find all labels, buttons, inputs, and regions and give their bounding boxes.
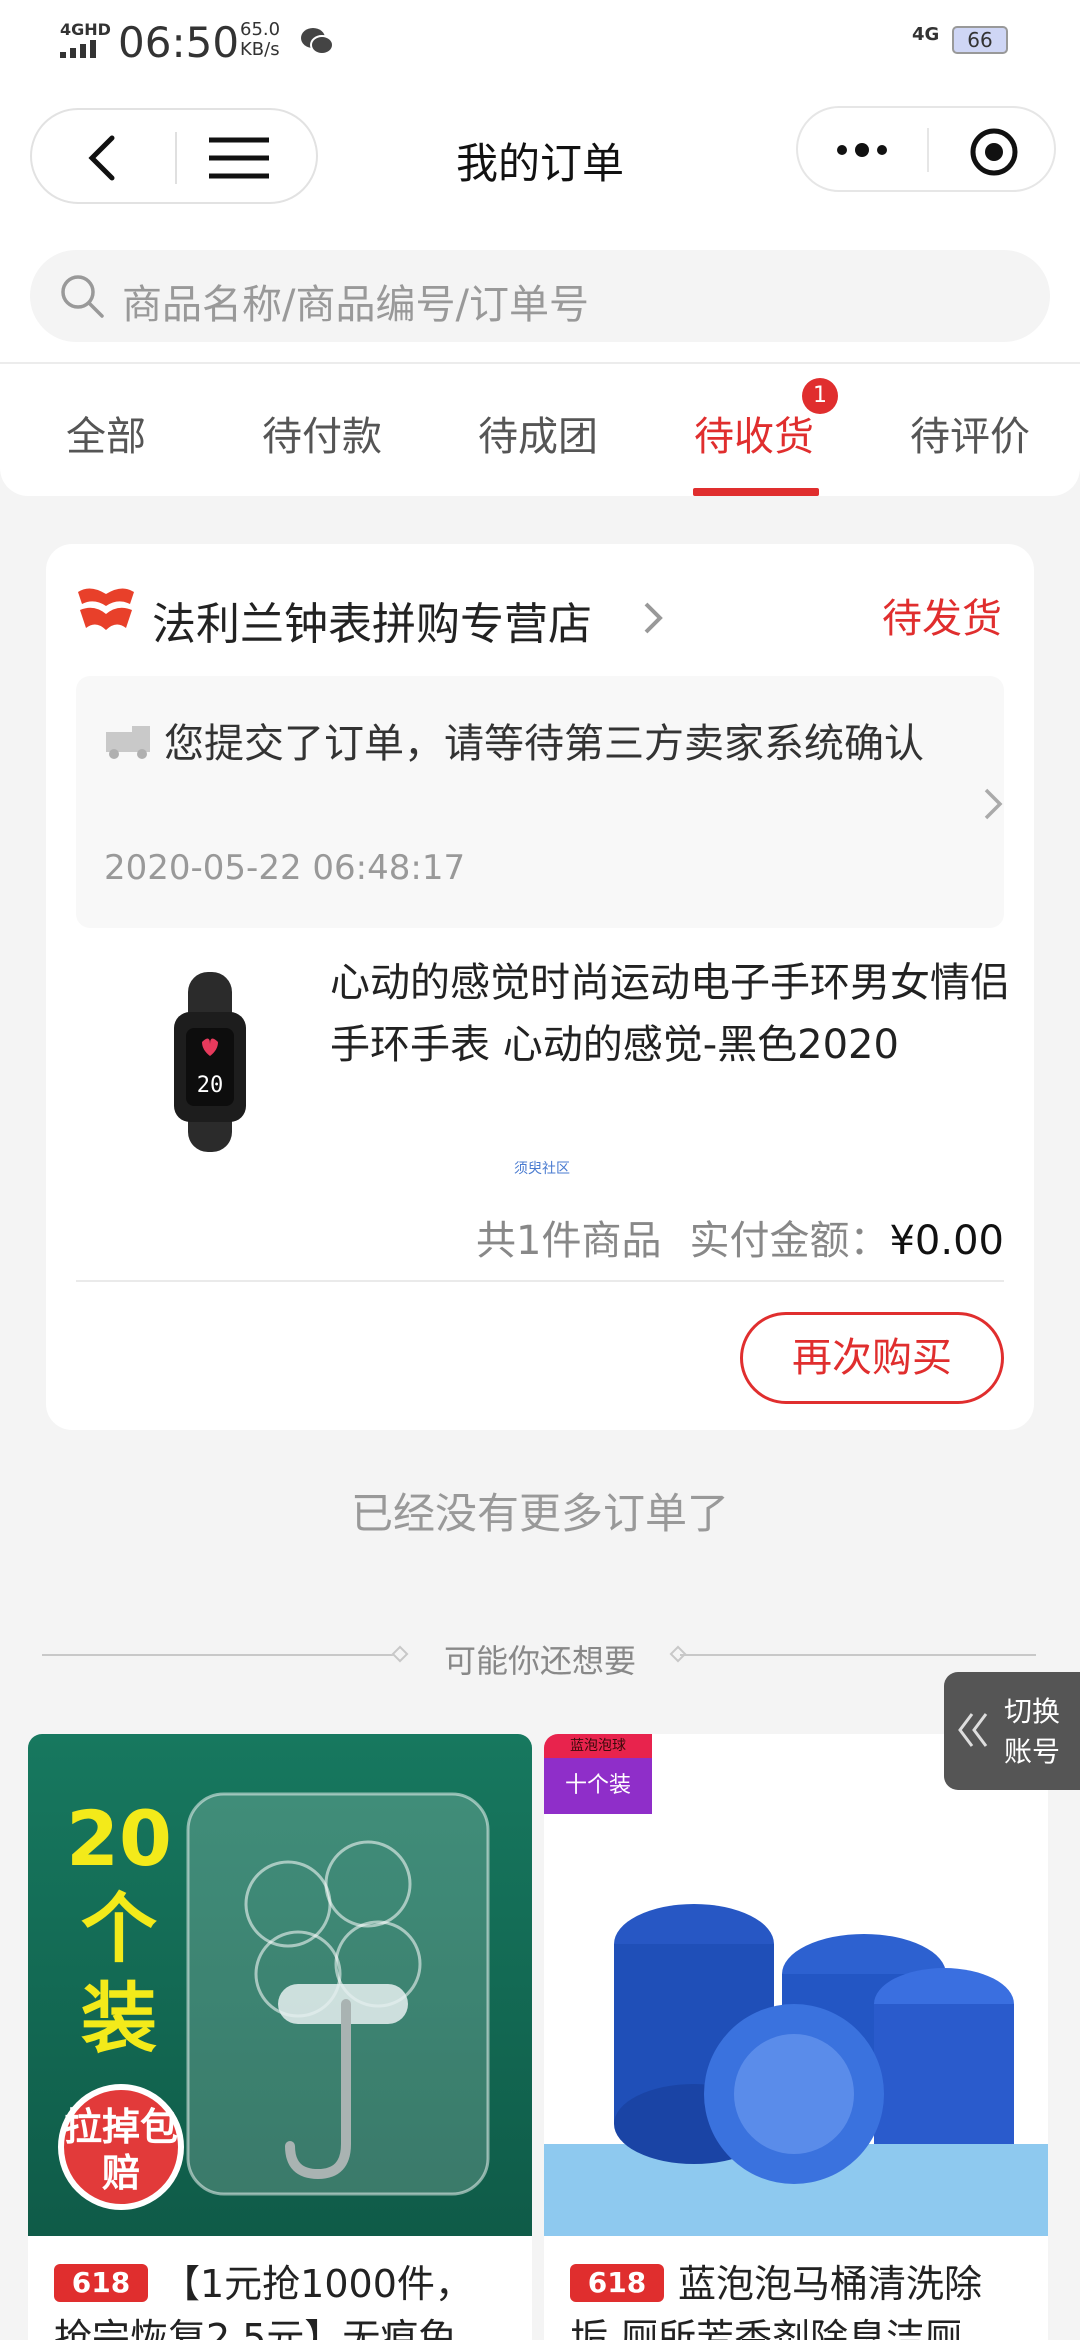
mini-program-capsule — [796, 106, 1056, 192]
order-status: 待发货 — [882, 596, 1002, 642]
search-input[interactable]: 商品名称/商品编号/订单号 — [30, 250, 1050, 342]
pack-count-text: 20个装 — [66, 1794, 172, 2063]
shop-name[interactable]: 法利兰钟表拼购专营店 — [152, 588, 592, 652]
chevron-right-icon — [644, 602, 663, 634]
status-bar: 4GHD 06:50 65.0 KB/s 4G 66 — [0, 0, 1080, 88]
guarantee-badge: 拉掉包赔 — [58, 2084, 184, 2210]
item-count: 共1件商品 — [476, 1218, 662, 1264]
tab-pending-payment[interactable]: 待付款 — [262, 404, 382, 462]
rebuy-button[interactable]: 再次购买 — [740, 1312, 1004, 1404]
paid-label: 实付金额： — [689, 1218, 890, 1264]
notice-message: 您提交了订单，请等待第三方卖家系统确认 — [164, 721, 924, 767]
image-tag: 蓝泡泡球 — [544, 1734, 652, 1758]
divider — [76, 1280, 1004, 1282]
shop-logo-icon — [78, 588, 134, 630]
product-image[interactable]: 20 — [130, 972, 290, 1152]
tab-pending-receipt[interactable]: 待收货 — [694, 404, 814, 462]
wechat-icon — [301, 28, 334, 55]
signal-icon — [60, 38, 104, 58]
recommend-product-card[interactable]: 20个装 拉掉包赔 618 【1元抢1000件， 抢完恢复2.5元】无痕免 — [28, 1734, 532, 2340]
clock: 06:50 — [118, 18, 240, 67]
order-card[interactable]: 法利兰钟表拼购专营店 待发货 您提交了订单，请等待第三方卖家系统确认 2020-… — [46, 544, 1034, 1430]
paid-amount: ¥0.00 — [889, 1218, 1004, 1264]
tab-pending-group[interactable]: 待成团 — [478, 404, 598, 462]
recommend-product-card[interactable]: 蓝泡泡球 十个装 618 蓝泡泡马桶清洗除 垢 厕所芳香剂除臭洁厕 — [544, 1734, 1048, 2340]
product-title[interactable]: 心动的感觉时尚运动电子手环男女情侣手环手表 心动的感觉-黑色2020 — [330, 952, 1010, 1076]
network-type: 4GHD — [60, 20, 111, 39]
net-speed-unit: KB/s — [240, 39, 280, 60]
recommend-title: 可能你还想要 — [443, 1642, 636, 1680]
recommend-header: 可能你还想要 — [0, 1632, 1080, 1682]
product-title: 蓝泡泡马桶清洗除 — [678, 2262, 983, 2306]
order-tabs: 全部 待付款 待成团 待收货 待评价 — [0, 364, 1080, 496]
toilet-cleaner-illustration — [544, 1904, 1048, 2236]
product-image[interactable]: 20个装 拉掉包赔 — [28, 1734, 532, 2236]
divider — [680, 1654, 1036, 1656]
hook-illustration — [186, 1792, 490, 2196]
tab-all[interactable]: 全部 — [66, 404, 146, 462]
product-title-line2: 垢 厕所芳香剂除臭洁厕 — [570, 2316, 963, 2340]
product-image[interactable]: 蓝泡泡球 十个装 — [544, 1734, 1048, 2236]
net-speed: 65.0 KB/s — [240, 20, 280, 60]
search-placeholder: 商品名称/商品编号/订单号 — [122, 282, 589, 328]
target-icon[interactable] — [968, 126, 1020, 178]
battery-icon: 66 — [952, 26, 1008, 54]
notice-time: 2020-05-22 06:48:17 — [104, 848, 466, 888]
chevron-right-icon — [984, 788, 1003, 820]
watermark: 须臾社区 — [514, 1161, 570, 1177]
tab-count-badge: 1 — [802, 378, 838, 414]
search-icon — [61, 275, 104, 318]
net-speed-value: 65.0 — [240, 19, 281, 40]
capsule-divider — [927, 128, 929, 172]
promo-tag: 618 — [570, 2264, 664, 2302]
double-chevron-left-icon — [958, 1713, 988, 1747]
switch-account-label: 切换账号 — [1004, 1695, 1061, 1768]
no-more-orders: 已经没有更多订单了 — [350, 1489, 729, 1538]
image-tag: 十个装 — [544, 1758, 652, 1814]
switch-account-button[interactable]: 切换账号 — [944, 1672, 1080, 1790]
order-summary: 共1件商品 实付金额：¥0.00 — [476, 1208, 1004, 1266]
tab-pending-review[interactable]: 待评价 — [910, 404, 1030, 462]
promo-tag: 618 — [54, 2264, 148, 2302]
active-tab-indicator — [693, 488, 819, 496]
order-notice[interactable]: 您提交了订单，请等待第三方卖家系统确认 2020-05-22 06:48:17 — [76, 676, 1004, 928]
network-type-right: 4G — [912, 24, 940, 45]
product-title: 【1元抢1000件， — [162, 2262, 473, 2306]
product-title-line2: 抢完恢复2.5元】无痕免 — [54, 2316, 457, 2340]
title-bar: 我的订单 — [0, 88, 1080, 228]
svg-text:20: 20 — [197, 1073, 224, 1098]
more-icon[interactable] — [834, 130, 890, 170]
search-area: 商品名称/商品编号/订单号 — [0, 228, 1080, 364]
